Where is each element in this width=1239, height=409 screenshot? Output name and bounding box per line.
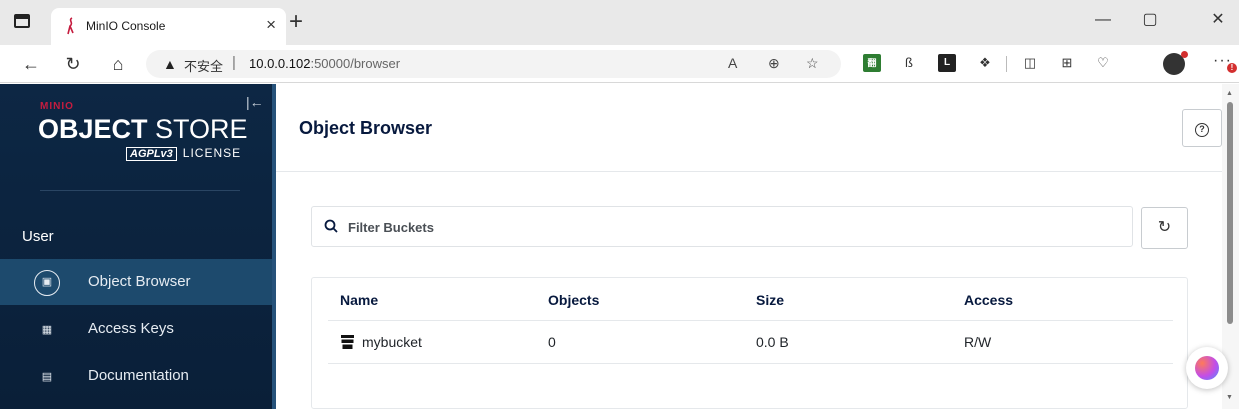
column-header-size[interactable]: Size — [756, 292, 784, 308]
logo-title: OBJECT STORE — [38, 114, 248, 144]
close-window-button[interactable]: ✕ — [1203, 8, 1233, 32]
sidebar: MINIO OBJECT STORE AGPLv3 LICENSE |← User… — [0, 84, 276, 409]
tab-strip: MinIO Console × + — ▢ ✕ — [0, 0, 1239, 45]
tab-close-icon[interactable]: × — [266, 16, 276, 34]
extension-green-icon[interactable]: 翻 — [863, 54, 881, 72]
column-header-access[interactable]: Access — [964, 292, 1013, 308]
brand-logo-text: MINIO — [40, 101, 74, 112]
collapse-sidebar-icon[interactable]: |← — [246, 94, 264, 110]
url-text[interactable]: 10.0.0.102:50000/browser — [249, 56, 400, 71]
url-host: 10.0.0.102 — [249, 56, 311, 71]
agpl-logo: AGPLv3 — [126, 147, 177, 161]
scroll-thumb[interactable] — [1227, 102, 1233, 324]
extension-link-icon[interactable]: ß — [900, 54, 918, 72]
bucket-objects: 0 — [548, 334, 556, 350]
table-row[interactable]: mybucket 0 0.0 B R/W — [328, 321, 1173, 364]
bucket-icon — [341, 335, 354, 349]
sidebar-item-access-keys[interactable]: ▦ Access Keys — [0, 306, 272, 352]
sidebar-item-label: Documentation — [88, 367, 189, 384]
minio-favicon-icon — [67, 17, 74, 35]
extensions-puzzle-icon[interactable]: ❖ — [976, 54, 994, 72]
url-separator: | — [232, 54, 236, 71]
license-badge: AGPLv3 LICENSE — [126, 146, 241, 161]
section-title-user: User — [22, 228, 54, 245]
license-label: LICENSE — [182, 146, 242, 160]
home-button[interactable]: ⌂ — [107, 53, 129, 75]
sidebar-item-object-browser[interactable]: ▣ Object Browser — [0, 259, 272, 305]
copilot-icon — [1195, 356, 1219, 380]
column-header-objects[interactable]: Objects — [548, 292, 599, 308]
tab-title: MinIO Console — [86, 19, 166, 33]
sidebar-item-label: Object Browser — [88, 273, 191, 290]
object-browser-icon: ▣ — [34, 270, 60, 296]
security-label[interactable]: 不安全 — [184, 56, 223, 75]
filter-buckets-input[interactable] — [348, 216, 1108, 238]
tab-minio-console[interactable]: MinIO Console × — [51, 8, 286, 45]
access-keys-icon: ▦ — [41, 324, 53, 336]
minimize-button[interactable]: — — [1088, 8, 1118, 32]
read-aloud-icon[interactable]: A — [728, 55, 737, 71]
bucket-name: mybucket — [362, 334, 422, 350]
address-bar[interactable]: ▲ 不安全 | 10.0.0.102:50000/browser A ⊕ ☆ — [146, 50, 841, 78]
bucket-access: R/W — [964, 334, 992, 350]
split-screen-icon[interactable]: ◫ — [1021, 54, 1039, 72]
refresh-icon: ↻ — [1157, 219, 1172, 236]
logo-title-bold: OBJECT — [38, 114, 148, 144]
reload-button[interactable]: ↻ — [62, 53, 84, 75]
logo-title-light: STORE — [147, 114, 248, 144]
bucket-size: 0.0 B — [756, 334, 789, 350]
url-path: :50000/browser — [310, 56, 401, 71]
new-tab-button[interactable]: + — [289, 10, 303, 34]
scroll-up-icon[interactable]: ▲ — [1226, 90, 1233, 97]
warning-icon[interactable]: ▲ — [163, 56, 177, 72]
zoom-icon[interactable]: ⊕ — [768, 55, 780, 72]
sidebar-divider — [40, 190, 240, 191]
sidebar-item-label: Access Keys — [88, 320, 174, 337]
profile-avatar[interactable] — [1163, 51, 1188, 75]
column-header-name[interactable]: Name — [340, 292, 378, 308]
scroll-down-icon[interactable]: ▼ — [1226, 394, 1233, 401]
notification-badge: ! — [1227, 63, 1237, 73]
search-icon — [324, 219, 338, 233]
favorite-star-icon[interactable]: ☆ — [806, 55, 819, 72]
help-button[interactable]: ? — [1182, 109, 1222, 147]
page-title: Object Browser — [299, 118, 433, 138]
back-button[interactable]: ← — [20, 53, 42, 75]
sidebar-item-documentation[interactable]: ▤ Documentation — [0, 353, 272, 399]
copilot-floating-button[interactable] — [1186, 347, 1228, 389]
page-header: Object Browser ? — [276, 84, 1222, 172]
address-toolbar: ← ↻ ⌂ ▲ 不安全 | 10.0.0.102:50000/browser A… — [0, 45, 1239, 83]
tab-actions-icon[interactable] — [14, 14, 30, 28]
buckets-table: Name Objects Size Access mybucket 0 0.0 … — [311, 277, 1188, 409]
browser-window: MinIO Console × + — ▢ ✕ ← ↻ ⌂ ▲ 不安全 | 10… — [0, 0, 1239, 409]
refresh-button[interactable]: ↻ — [1141, 207, 1188, 249]
extension-dark-icon[interactable]: L — [938, 54, 956, 72]
collections-icon[interactable]: ⊞ — [1058, 54, 1076, 72]
browser-essentials-icon[interactable]: ♡ — [1094, 54, 1112, 72]
maximize-button[interactable]: ▢ — [1135, 8, 1165, 32]
filter-buckets-field[interactable] — [311, 206, 1133, 247]
documentation-icon: ▤ — [41, 371, 53, 383]
toolbar-divider — [1006, 56, 1007, 72]
help-icon: ? — [1195, 123, 1209, 137]
